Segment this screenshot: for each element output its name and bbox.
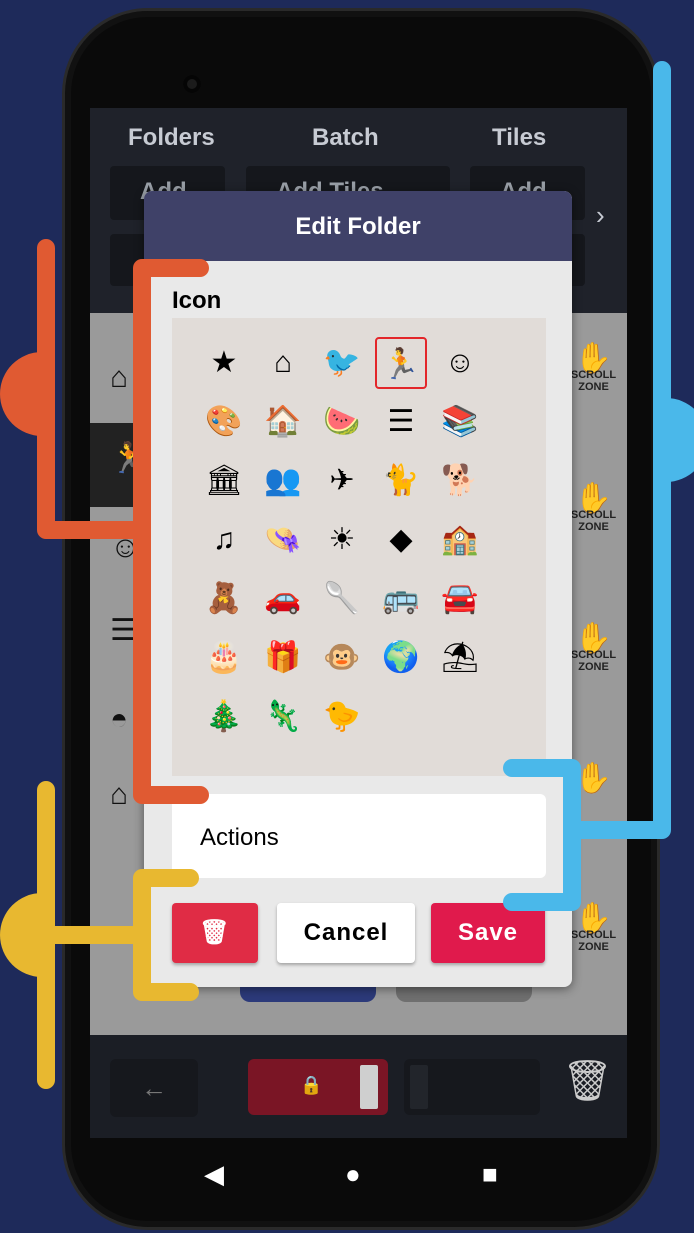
museum-icon[interactable]: 🏛	[198, 455, 250, 507]
toy-car-icon[interactable]: 🚗	[257, 573, 309, 625]
scroll-zone-label: SCROLL	[570, 649, 617, 661]
star-icon[interactable]: ★	[198, 337, 250, 389]
museum-list-icon[interactable]: ⌂	[110, 778, 128, 812]
bottom-toolbar: ← 🔒 🗑	[90, 1035, 627, 1138]
save-button[interactable]: Save	[431, 903, 545, 963]
trash-icon[interactable]: 🗑	[562, 1057, 613, 1104]
orange-bracket-knob	[0, 352, 42, 436]
cat-icon[interactable]: 🐈	[375, 455, 427, 507]
watermelon-list-icon[interactable]: ◓	[110, 703, 128, 737]
layered-list-icon[interactable]: ☰	[110, 613, 137, 648]
birthday-cake-icon[interactable]: 🎂	[198, 632, 250, 684]
dialog-title: Edit Folder	[144, 191, 572, 261]
globe-icon[interactable]: 🌍	[375, 632, 427, 684]
school-icon[interactable]: 🏫	[434, 514, 486, 566]
cancel-button[interactable]: Cancel	[277, 903, 415, 963]
back-nav-icon[interactable]: ◀	[204, 1159, 224, 1190]
edit-folder-dialog: Edit Folder Icon ★ ⌂ 🐦 🏃 ☺ 🎨 🏠 🍉 ☰ 📚 🏛 👥 ✈ 🐈 🐕 ♫ 👒 ☀ ◆ 🏫 🧸 🚗 🥄…	[144, 191, 572, 987]
stage: Folders Batch Tiles Add Add Tiles Add › …	[0, 0, 694, 1233]
tab-tiles[interactable]: Tiles	[492, 124, 546, 152]
house-list-icon[interactable]: ⌂	[110, 361, 128, 395]
tab-folders[interactable]: Folders	[128, 124, 215, 152]
christmas-tree-icon[interactable]: 🎄	[198, 691, 250, 743]
music-note-icon[interactable]: ♫	[198, 514, 250, 566]
car-icon[interactable]: 🚘	[434, 573, 486, 625]
blue-bracket-knob	[666, 398, 694, 482]
books-icon[interactable]: 📚	[434, 396, 486, 448]
trash-icon: 🗑	[199, 919, 231, 946]
hat-icon[interactable]: 👒	[257, 514, 309, 566]
scroll-zone-label: SCROLL	[570, 369, 617, 381]
spoon-icon[interactable]: 🥄	[316, 573, 368, 625]
lock-toggle-on[interactable]: 🔒	[248, 1059, 388, 1115]
bus-icon[interactable]: 🚌	[375, 573, 427, 625]
bird-branch-icon[interactable]: 🐤	[316, 691, 368, 743]
watermelon-icon[interactable]: 🍉	[316, 396, 368, 448]
android-navbar: ◀ ● ■	[130, 1155, 570, 1195]
home-nav-icon[interactable]: ●	[345, 1159, 361, 1190]
scroll-zone-label: ZONE	[578, 381, 609, 393]
scroll-zone-label: ZONE	[578, 661, 609, 673]
scroll-zone-label: SCROLL	[570, 509, 617, 521]
lock-icon: 🔒	[300, 1075, 323, 1095]
chevron-right-icon[interactable]: ›	[596, 200, 605, 231]
monkey-icon[interactable]: 🐵	[316, 632, 368, 684]
actions-label: Actions	[200, 824, 279, 851]
recents-nav-icon[interactable]: ■	[482, 1159, 498, 1190]
yellow-bracket-knob	[0, 893, 42, 977]
scroll-zone-label: ZONE	[578, 941, 609, 953]
house-icon[interactable]: ⌂	[257, 337, 309, 389]
smiley-icon[interactable]: ☺	[434, 337, 486, 389]
airplane-icon[interactable]: ✈	[316, 455, 368, 507]
scroll-zone-label: SCROLL	[570, 929, 617, 941]
teddy-bear-icon[interactable]: 🧸	[198, 573, 250, 625]
lizard-icon[interactable]: 🦎	[257, 691, 309, 743]
toggle-knob	[360, 1065, 378, 1109]
smiley-list-icon[interactable]: ☺	[110, 531, 141, 565]
tab-bar: Folders Batch Tiles	[90, 118, 627, 158]
lock-toggle-off[interactable]	[404, 1059, 540, 1115]
toggle-knob	[410, 1065, 428, 1109]
layered-cake-icon[interactable]: ☰	[375, 396, 427, 448]
shapes-icon[interactable]: ◆	[375, 514, 427, 566]
running-person-icon[interactable]: 🏃	[375, 337, 427, 389]
dog-jumping-icon[interactable]: 🐕	[434, 455, 486, 507]
back-arrow-button[interactable]: ←	[110, 1059, 198, 1117]
sun-icon[interactable]: ☀	[316, 514, 368, 566]
delete-button[interactable]: 🗑	[172, 903, 258, 963]
icon-section-label: Icon	[172, 287, 222, 314]
home-icon[interactable]: 🏠	[257, 396, 309, 448]
scroll-zone-label: ZONE	[578, 521, 609, 533]
icon-picker-grid: ★ ⌂ 🐦 🏃 ☺ 🎨 🏠 🍉 ☰ 📚 🏛 👥 ✈ 🐈 🐕 ♫ 👒 ☀ ◆ 🏫 🧸 🚗 🥄 🚌 🚘 🎂 🎁 🐵 🌍 ⛱ 🎄 🦎 🐤	[172, 318, 546, 776]
tab-batch[interactable]: Batch	[312, 124, 379, 152]
palette-icon[interactable]: 🎨	[198, 396, 250, 448]
bird-icon[interactable]: 🐦	[316, 337, 368, 389]
gift-icon[interactable]: 🎁	[257, 632, 309, 684]
running-list-icon[interactable]: 🏃	[110, 441, 147, 476]
beach-umbrella-icon[interactable]: ⛱	[434, 632, 486, 684]
camera-icon	[183, 75, 201, 93]
people-group-icon[interactable]: 👥	[257, 455, 309, 507]
actions-panel[interactable]: Actions	[172, 794, 546, 878]
